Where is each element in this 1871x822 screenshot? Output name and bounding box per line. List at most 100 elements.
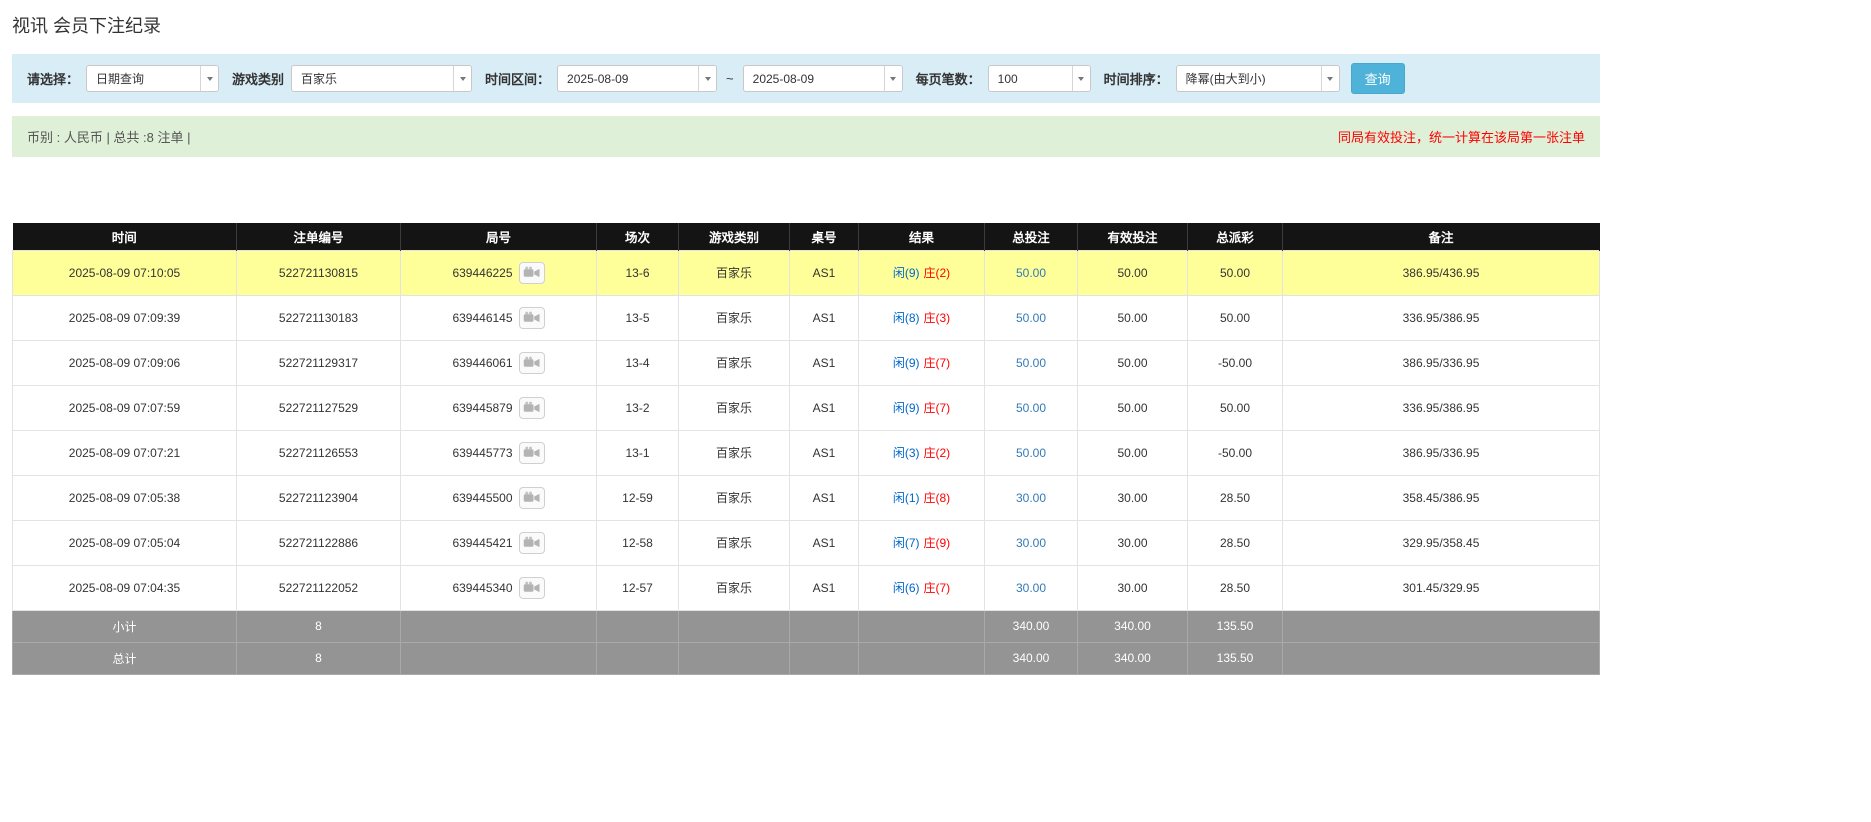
video-replay-button[interactable] [518, 441, 545, 464]
result-player: 闲(7) [892, 536, 920, 550]
cell-remark: 386.95/436.95 [1282, 249, 1600, 296]
cell-remark: 336.95/386.95 [1282, 294, 1600, 341]
video-replay-button[interactable] [518, 531, 545, 554]
video-replay-button[interactable] [518, 396, 545, 419]
game-type-value: 百家乐 [301, 72, 338, 86]
cell-game-type: 百家乐 [678, 384, 790, 431]
subtotal-total-bet: 340.00 [984, 609, 1078, 643]
result-banker: 庄(7) [923, 401, 951, 415]
total-bet-link[interactable]: 30.00 [1016, 581, 1046, 595]
video-camera-icon [523, 491, 540, 502]
cell-session: 13-5 [596, 294, 679, 341]
time-range-label: 时间区间： [485, 72, 551, 87]
cell-total-bet: 50.00 [984, 429, 1078, 476]
game-type-select[interactable]: 百家乐 [291, 65, 473, 92]
table-row: 2025-08-09 07:09:06 522721129317 6394460… [12, 339, 1600, 386]
round-number: 639446145 [452, 310, 513, 325]
date-range-separator: ~ [726, 71, 734, 86]
video-replay-button[interactable] [518, 261, 545, 284]
cell-bet-id: 522721129317 [236, 339, 401, 386]
cell-payout: 50.00 [1187, 294, 1283, 341]
result-player: 闲(1) [892, 491, 920, 505]
total-bet-link[interactable]: 50.00 [1016, 311, 1046, 325]
cell-valid-bet: 30.00 [1077, 564, 1188, 611]
cell-remark: 386.95/336.95 [1282, 339, 1600, 386]
date-from-input[interactable]: 2025-08-09 [557, 65, 718, 92]
cell-game-type: 百家乐 [678, 474, 790, 521]
cell-round: 639446145 [400, 294, 597, 341]
video-camera-icon [523, 266, 540, 277]
page-size-value: 100 [997, 71, 1018, 86]
cell-valid-bet: 50.00 [1077, 294, 1188, 341]
round-number: 639445340 [452, 580, 513, 595]
video-replay-button[interactable] [518, 486, 545, 509]
sort-order-select[interactable]: 降幂(由大到小) [1175, 65, 1340, 92]
cell-round: 639445340 [400, 564, 597, 611]
total-bet-link[interactable]: 30.00 [1016, 536, 1046, 550]
cell-remark: 358.45/386.95 [1282, 474, 1600, 521]
video-replay-button[interactable] [518, 576, 545, 599]
cell-table-no: AS1 [789, 249, 859, 296]
currency-summary-text: 币别 : 人民币 | 总共 :8 注单 | [27, 130, 191, 145]
grand-total-row: 总计 8 340.00 340.00 135.50 [12, 641, 1600, 675]
result-player: 闲(6) [892, 581, 920, 595]
cell-payout: -50.00 [1187, 429, 1283, 476]
subtotal-valid-bet: 340.00 [1077, 609, 1188, 643]
result-banker: 庄(8) [923, 491, 951, 505]
cell-total-bet: 30.00 [984, 564, 1078, 611]
grand-total-count: 8 [236, 641, 401, 675]
cell-bet-id: 522721130183 [236, 294, 401, 341]
total-bet-link[interactable]: 50.00 [1016, 266, 1046, 280]
video-camera-icon [523, 356, 540, 367]
cell-round: 639445879 [400, 384, 597, 431]
search-button[interactable]: 查询 [1350, 63, 1405, 94]
cell-result: 闲(3) 庄(2) [858, 429, 985, 476]
video-replay-button[interactable] [518, 351, 545, 374]
round-number: 639445500 [452, 490, 513, 505]
table-row: 2025-08-09 07:07:59 522721127529 6394458… [12, 384, 1600, 431]
cell-total-bet: 50.00 [984, 339, 1078, 386]
date-to-input[interactable]: 2025-08-09 [742, 65, 903, 92]
table-row: 2025-08-09 07:05:38 522721123904 6394455… [12, 474, 1600, 521]
round-number: 639445421 [452, 535, 513, 550]
subtotal-count: 8 [236, 609, 401, 643]
cell-time: 2025-08-09 07:09:06 [12, 339, 237, 386]
total-bet-link[interactable]: 50.00 [1016, 401, 1046, 415]
sort-order-value: 降幂(由大到小) [1185, 72, 1266, 86]
cell-round: 639446061 [400, 339, 597, 386]
cell-round: 639445421 [400, 519, 597, 566]
cell-total-bet: 50.00 [984, 384, 1078, 431]
table-row: 2025-08-09 07:07:21 522721126553 6394457… [12, 429, 1600, 476]
video-camera-icon [523, 446, 540, 457]
header-round: 局号 [400, 223, 597, 250]
cell-table-no: AS1 [789, 294, 859, 341]
cell-time: 2025-08-09 07:04:35 [12, 564, 237, 611]
page-size-input[interactable]: 100 [987, 65, 1091, 92]
cell-bet-id: 522721130815 [236, 249, 401, 296]
date-to-value: 2025-08-09 [752, 71, 815, 86]
cell-total-bet: 50.00 [984, 249, 1078, 296]
cell-payout: 28.50 [1187, 564, 1283, 611]
cell-result: 闲(9) 庄(7) [858, 339, 985, 386]
chevron-down-icon [1071, 66, 1090, 91]
total-bet-link[interactable]: 30.00 [1016, 491, 1046, 505]
cell-payout: 28.50 [1187, 519, 1283, 566]
cell-time: 2025-08-09 07:09:39 [12, 294, 237, 341]
video-replay-button[interactable] [518, 306, 545, 329]
cell-time: 2025-08-09 07:05:38 [12, 474, 237, 521]
cell-session: 13-4 [596, 339, 679, 386]
cell-table-no: AS1 [789, 519, 859, 566]
cell-bet-id: 522721122886 [236, 519, 401, 566]
total-bet-link[interactable]: 50.00 [1016, 446, 1046, 460]
table-row: 2025-08-09 07:10:05 522721130815 6394462… [12, 249, 1600, 296]
cell-payout: 50.00 [1187, 384, 1283, 431]
video-camera-icon [523, 401, 540, 412]
chevron-down-icon [698, 66, 717, 91]
subtotal-row: 小计 8 340.00 340.00 135.50 [12, 609, 1600, 643]
cell-bet-id: 522721122052 [236, 564, 401, 611]
round-number: 639446225 [452, 265, 513, 280]
total-bet-link[interactable]: 50.00 [1016, 356, 1046, 370]
cell-time: 2025-08-09 07:07:59 [12, 384, 237, 431]
result-player: 闲(3) [892, 446, 920, 460]
date-mode-select[interactable]: 日期查询 [86, 65, 220, 92]
